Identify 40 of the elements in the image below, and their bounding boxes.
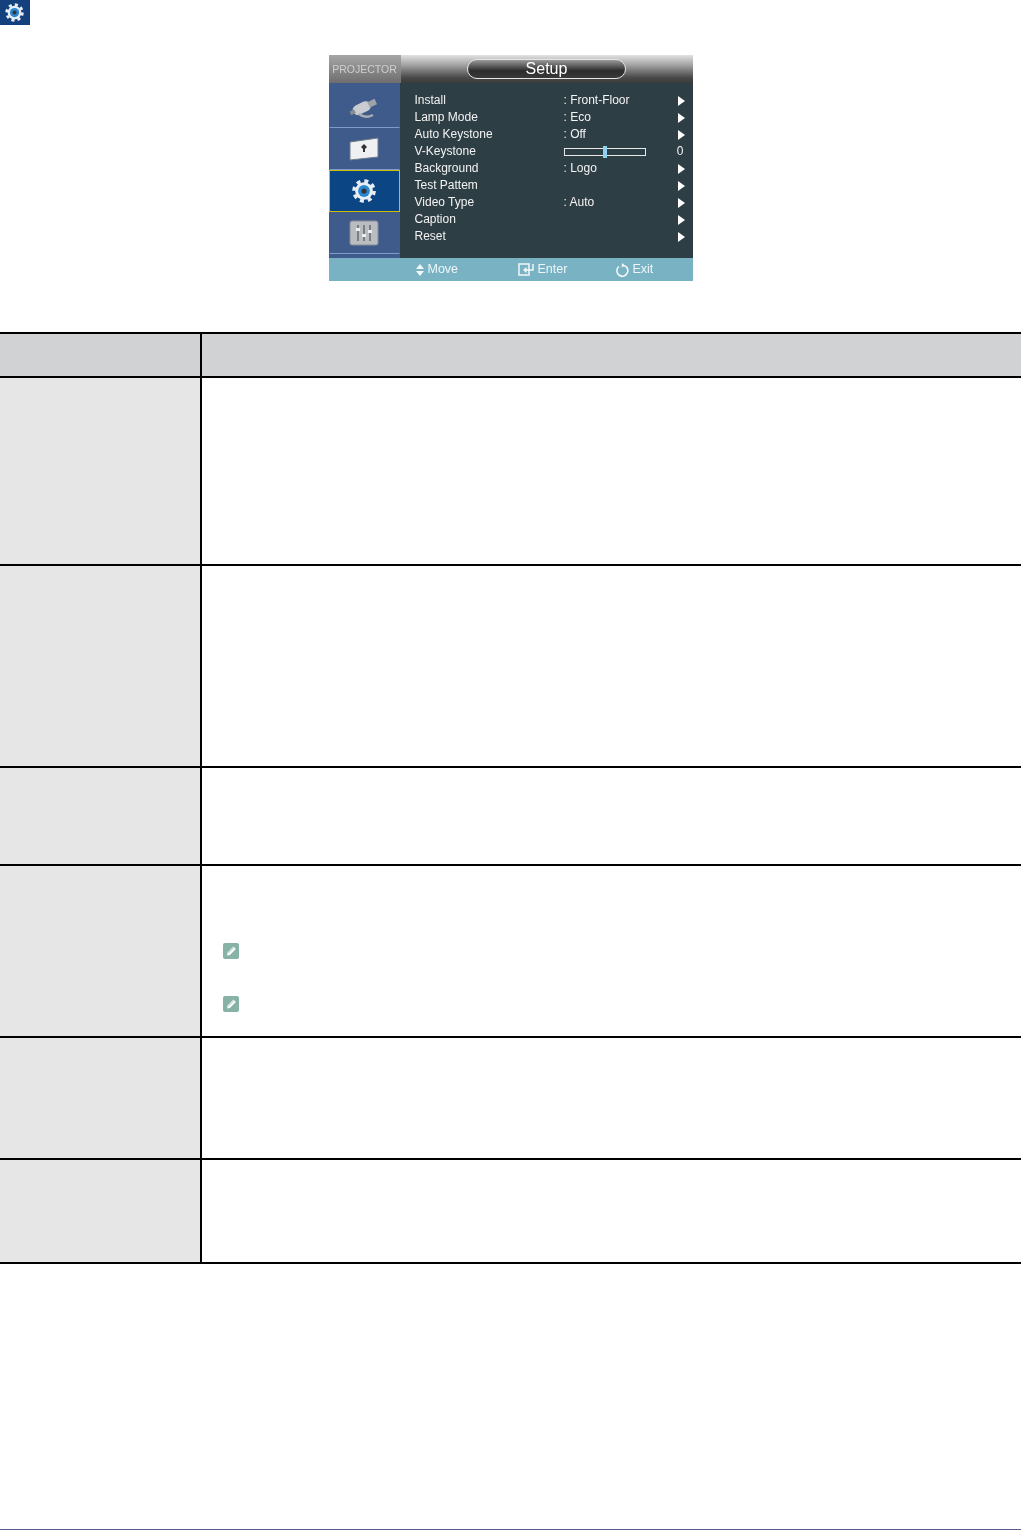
menu-item[interactable]: Caption <box>414 211 564 228</box>
arrow-icon <box>677 197 685 208</box>
hint-label: Exit <box>632 261 654 278</box>
menu-item[interactable]: Auto Keystone <box>414 126 564 143</box>
up-down-arrows-icon <box>415 263 424 276</box>
arrow-icon <box>677 163 685 174</box>
arrow-icon <box>677 180 685 191</box>
menu-value: : Front-Floor <box>563 92 631 109</box>
menu-item[interactable]: Reset <box>414 228 564 245</box>
brand-label: PROJECTOR <box>328 55 401 83</box>
arrow-icon <box>677 112 685 123</box>
menu-value: : Off <box>563 126 587 143</box>
arrow-icon <box>677 95 685 106</box>
return-arrow-icon <box>614 262 629 277</box>
hint-label: Move <box>427 261 459 278</box>
menu-item[interactable]: Video Type <box>414 194 564 211</box>
enter-icon <box>517 263 534 276</box>
screen-icon <box>349 136 379 162</box>
menu-value: : Logo <box>563 160 598 177</box>
slider-track[interactable] <box>563 145 646 158</box>
gear-icon <box>349 178 379 204</box>
sliders-icon <box>349 220 379 246</box>
menu-value: : Eco <box>563 109 592 126</box>
menu-item[interactable]: Background <box>414 160 564 177</box>
arrow-icon <box>677 231 685 242</box>
menu-item[interactable]: Install <box>414 92 564 109</box>
menu-item[interactable]: V-Keystone <box>414 143 564 160</box>
menu-title: Setup <box>467 59 626 79</box>
menu-item[interactable]: Lamp Mode <box>414 109 564 126</box>
pencil-note-icon <box>223 996 239 1012</box>
settings-icon <box>0 0 30 25</box>
arrow-icon <box>677 129 685 140</box>
arrow-icon <box>677 214 685 225</box>
menu-value: : Auto <box>563 194 596 211</box>
sidebar-tab[interactable] <box>328 170 400 212</box>
slider-value: 0 <box>676 143 684 160</box>
slider-thumb[interactable] <box>602 145 607 158</box>
hint-label: Enter <box>537 261 568 278</box>
menu-item[interactable]: Test Pattem <box>414 177 564 194</box>
pencil-note-icon <box>223 943 239 959</box>
